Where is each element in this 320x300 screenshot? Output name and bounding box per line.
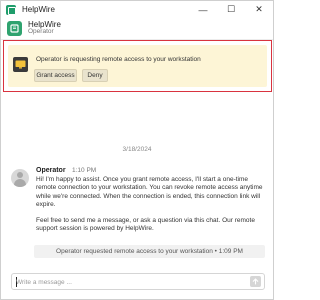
monitor-icon (13, 57, 28, 72)
message-paragraph: Feel free to send me a message, or ask a… (36, 217, 255, 233)
message-composer (11, 273, 265, 290)
maximize-button[interactable]: ☐ (217, 1, 245, 18)
window-title: HelpWire (22, 5, 55, 14)
helpwire-app-icon (6, 4, 16, 15)
chat-date: 3/18/2024 (122, 146, 152, 153)
window-controls: — ☐ ✕ (189, 1, 273, 18)
close-button[interactable]: ✕ (245, 1, 273, 18)
send-button[interactable] (250, 276, 261, 287)
send-arrow-icon (252, 278, 259, 285)
header-text: HelpWire Operator (28, 20, 61, 36)
grant-access-button[interactable]: Grant access (34, 69, 77, 82)
system-notice: Operator requested remote access to your… (34, 245, 265, 258)
message-paragraph: Hi! I'm happy to assist. Once you grant … (36, 176, 263, 208)
helpwire-logo-icon (7, 21, 22, 36)
chat-header: HelpWire Operator (1, 18, 273, 39)
message-input[interactable] (16, 276, 236, 288)
access-request-alert: Operator is requesting remote access to … (8, 45, 267, 87)
operator-avatar (11, 169, 29, 187)
message-body: Hi! I'm happy to assist. Once you grant … (36, 176, 268, 242)
message-sender: Operator (36, 167, 66, 174)
title-bar: HelpWire — ☐ ✕ (1, 1, 273, 18)
access-request-text: Operator is requesting remote access to … (36, 56, 201, 63)
minimize-button[interactable]: — (189, 1, 217, 18)
access-request-highlight: Operator is requesting remote access to … (3, 40, 272, 92)
deny-button[interactable]: Deny (82, 69, 108, 82)
message-time: 1:10 PM (72, 167, 97, 174)
header-role: Operator (28, 28, 54, 36)
